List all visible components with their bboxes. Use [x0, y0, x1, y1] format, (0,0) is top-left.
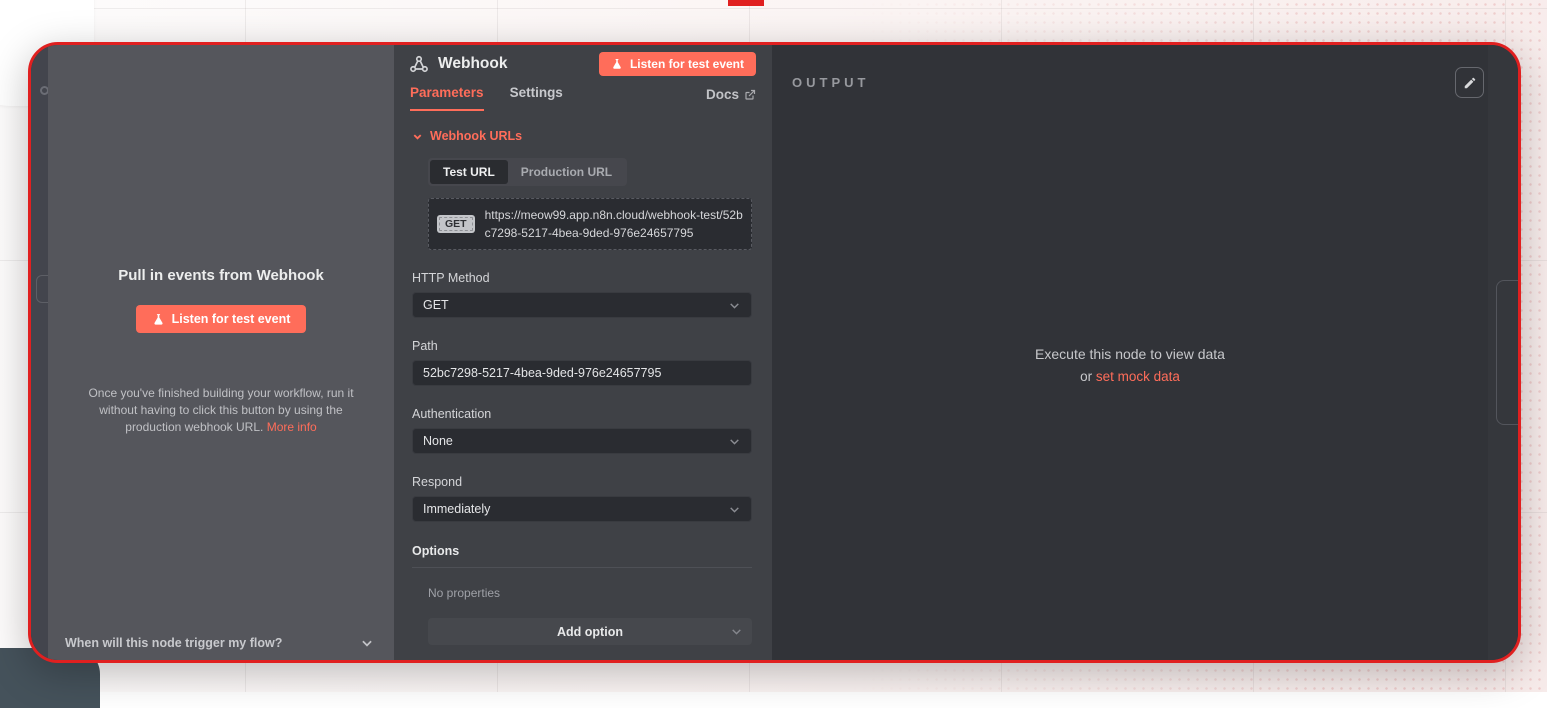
listen-for-test-event-button[interactable]: Listen for test event — [136, 305, 307, 333]
respond-value: Immediately — [423, 502, 728, 516]
node-outline-right — [1496, 280, 1521, 425]
chevron-down-icon — [730, 625, 743, 638]
parameters-body: Webhook URLs Test URL Production URL GET… — [394, 111, 772, 660]
add-option-button[interactable]: Add option — [428, 618, 752, 645]
respond-select[interactable]: Immediately — [412, 496, 752, 522]
authentication-value: None — [423, 434, 728, 448]
path-label: Path — [412, 339, 752, 353]
output-connector-strip — [1488, 45, 1518, 660]
production-url-tab[interactable]: Production URL — [508, 160, 625, 184]
output-empty-state: Execute this node to view data or set mo… — [772, 346, 1488, 384]
url-environment-toggle: Test URL Production URL — [428, 158, 627, 186]
trigger-panel: Pull in events from Webhook Listen for t… — [48, 45, 394, 660]
webhook-icon — [409, 54, 429, 74]
tab-bar: Parameters Settings Docs — [394, 85, 772, 111]
docs-link[interactable]: Docs — [706, 87, 756, 111]
parameters-panel: Webhook Listen for test event Parameters… — [394, 45, 772, 660]
options-empty-text: No properties — [428, 586, 752, 600]
webhook-url-copy-box[interactable]: GET https://meow99.app.n8n.cloud/webhook… — [428, 198, 752, 250]
listen-for-test-event-button-top[interactable]: Listen for test event — [599, 52, 756, 76]
chevron-down-icon — [728, 299, 741, 312]
options-section-label: Options — [412, 544, 752, 568]
webhook-urls-label: Webhook URLs — [430, 129, 522, 143]
chevron-down-icon — [412, 131, 423, 142]
chevron-down-icon — [360, 636, 374, 650]
trigger-panel-title: Pull in events from Webhook — [48, 267, 394, 284]
listen-button-label: Listen for test event — [630, 57, 744, 71]
flask-icon — [611, 58, 623, 70]
node-title: Webhook — [438, 55, 599, 73]
more-info-link[interactable]: More info — [267, 420, 317, 434]
respond-label: Respond — [412, 475, 752, 489]
input-connector-strip — [31, 45, 48, 660]
output-panel: OUTPUT Execute this node to view data or… — [772, 45, 1488, 660]
canvas-red-segment — [728, 0, 764, 6]
authentication-label: Authentication — [412, 407, 752, 421]
chevron-down-icon — [728, 435, 741, 448]
tab-parameters[interactable]: Parameters — [410, 85, 484, 111]
edit-output-button[interactable] — [1455, 67, 1484, 98]
node-detail-modal: Pull in events from Webhook Listen for t… — [28, 42, 1521, 663]
http-method-badge: GET — [437, 215, 475, 233]
path-input[interactable] — [412, 360, 752, 386]
http-method-select[interactable]: GET — [412, 292, 752, 318]
output-empty-line1: Execute this node to view data — [772, 346, 1488, 362]
authentication-select[interactable]: None — [412, 428, 752, 454]
tab-settings[interactable]: Settings — [510, 85, 563, 111]
http-method-value: GET — [423, 298, 728, 312]
webhook-url-text: https://meow99.app.n8n.cloud/webhook-tes… — [485, 206, 743, 242]
set-mock-data-link[interactable]: set mock data — [1096, 369, 1180, 384]
external-link-icon — [744, 89, 756, 101]
pencil-icon — [1463, 76, 1477, 90]
node-header: Webhook Listen for test event — [394, 45, 772, 76]
flask-icon — [152, 313, 165, 326]
trigger-faq-accordion[interactable]: When will this node trigger my flow? — [48, 636, 394, 650]
output-panel-title: OUTPUT — [792, 75, 869, 90]
trigger-faq-label: When will this node trigger my flow? — [65, 636, 282, 650]
listen-button-label: Listen for test event — [172, 312, 291, 326]
chevron-down-icon — [728, 503, 741, 516]
trigger-hint-text: Once you've finished building your workf… — [71, 385, 371, 436]
webhook-urls-section-toggle[interactable]: Webhook URLs — [412, 129, 752, 143]
output-empty-line2: or set mock data — [772, 369, 1488, 384]
test-url-tab[interactable]: Test URL — [430, 160, 508, 184]
http-method-label: HTTP Method — [412, 271, 752, 285]
